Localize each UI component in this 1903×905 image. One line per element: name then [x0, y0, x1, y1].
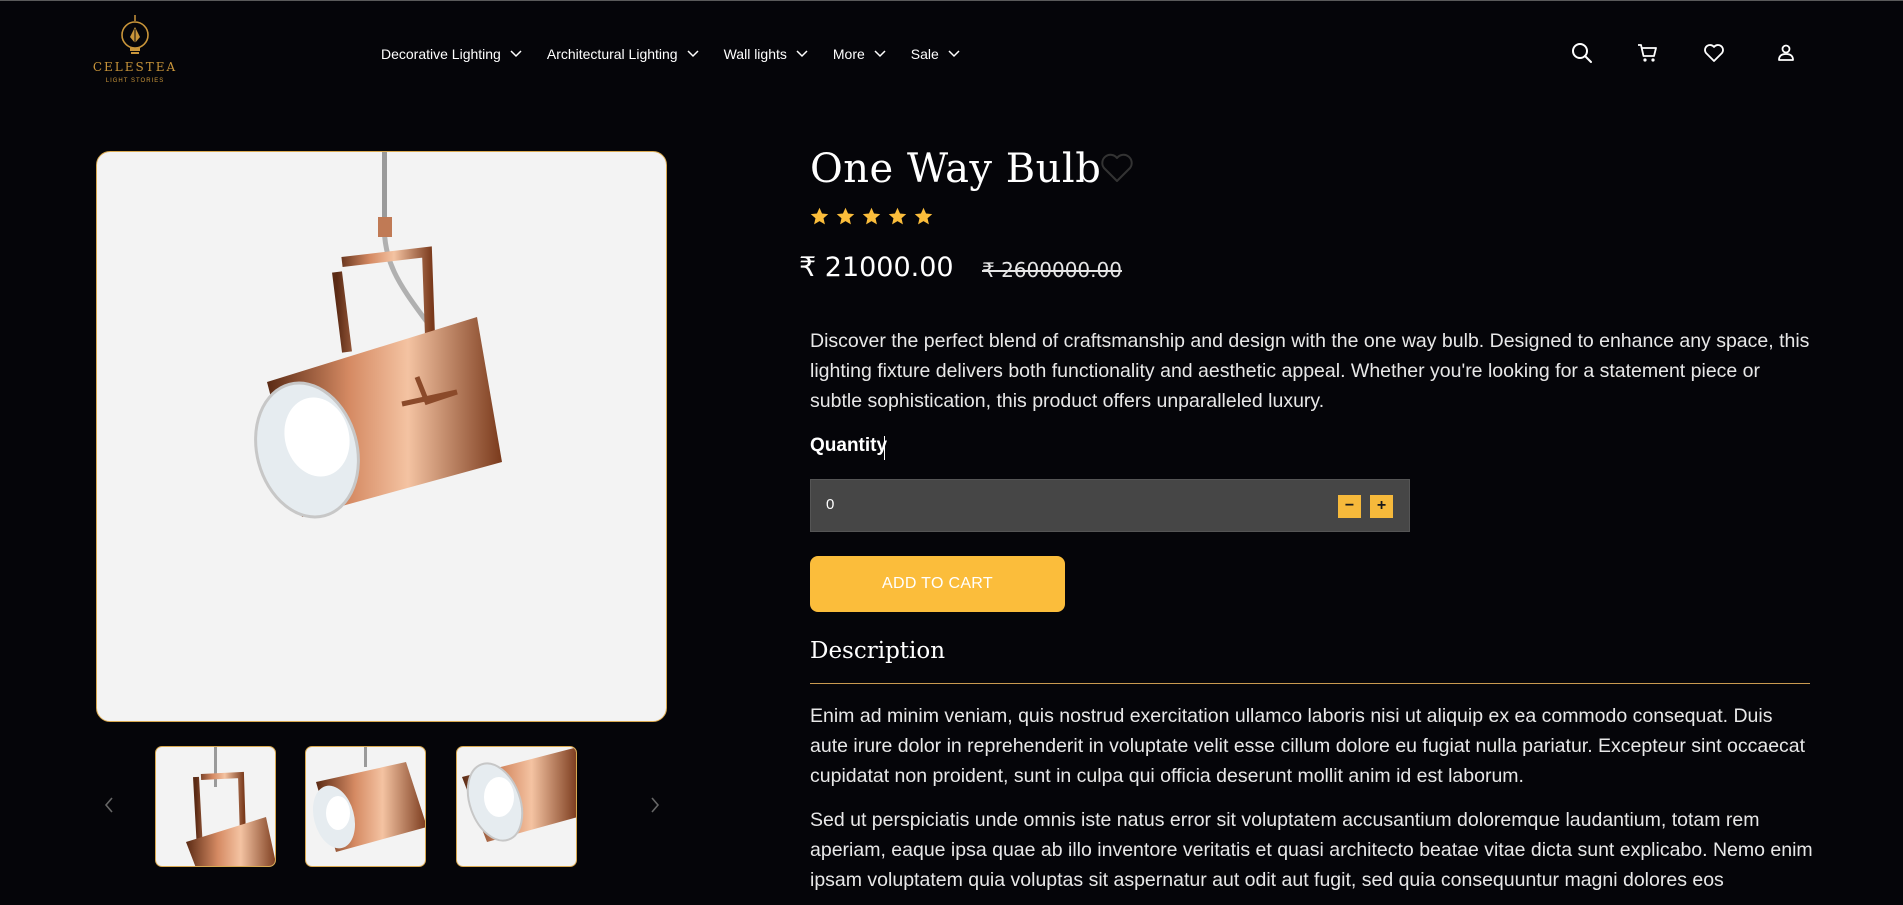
nav-item-label: Architectural Lighting: [546, 46, 678, 62]
chevron-down-icon: [687, 50, 699, 58]
chevron-down-icon: [874, 50, 886, 58]
product-summary: Discover the perfect blend of craftsmans…: [810, 330, 1810, 412]
description-divider: [810, 683, 1810, 684]
quantity-stepper[interactable]: 0 − +: [810, 479, 1410, 532]
star-icon: [888, 207, 907, 225]
star-icon: [862, 207, 881, 225]
nav-item-decorative-lighting[interactable]: Decorative Lighting: [381, 42, 522, 66]
brand-tagline: LIGHT STORIES: [105, 78, 165, 84]
search-icon[interactable]: [1570, 41, 1594, 65]
description-heading: Description: [810, 638, 946, 664]
product-title: One Way Bulb: [810, 146, 1102, 192]
wishlist-heart-icon[interactable]: [1099, 150, 1135, 184]
nav-item-label: Decorative Lighting: [381, 46, 501, 62]
brand-logo[interactable]: CELESTEA LIGHT STORIES: [92, 15, 178, 91]
main-nav: Decorative Lighting Architectural Lighti…: [381, 42, 985, 66]
chevron-right-icon[interactable]: [648, 796, 662, 814]
product-original-price: ₹ 2600000.00: [982, 258, 1122, 282]
chevron-down-icon: [510, 50, 522, 58]
description-paragraph: Sed ut perspiciatis unde omnis iste natu…: [810, 809, 1813, 891]
thumbnail-3[interactable]: [456, 746, 577, 867]
pendant-lamp-image: [254, 152, 502, 519]
chevron-down-icon: [796, 50, 808, 58]
text-caret: [884, 436, 885, 460]
star-icon: [810, 207, 829, 225]
star-icon: [836, 207, 855, 225]
nav-item-label: Wall lights: [723, 46, 787, 62]
quantity-value[interactable]: 0: [826, 496, 834, 513]
nav-item-architectural-lighting[interactable]: Architectural Lighting: [547, 42, 699, 66]
site-header: CELESTEA LIGHT STORIES Decorative Lighti…: [0, 1, 1903, 105]
product-main-image[interactable]: [96, 151, 667, 722]
cart-icon[interactable]: [1636, 41, 1660, 65]
rating-stars: [809, 206, 934, 227]
heart-icon[interactable]: [1702, 41, 1726, 65]
thumbnail-1[interactable]: [155, 746, 276, 867]
star-icon: [914, 207, 933, 225]
bulb-logo-icon: [121, 15, 149, 54]
chevron-down-icon: [948, 50, 960, 58]
product-price: ₹ 21000.00: [799, 252, 954, 283]
nav-item-wall-lights[interactable]: Wall lights: [724, 42, 808, 66]
nav-item-label: Sale: [910, 46, 939, 62]
thumbnail-image: [186, 747, 275, 866]
thumbnail-2[interactable]: [305, 746, 426, 867]
brand-name: CELESTEA: [92, 60, 178, 74]
quantity-label: Quantity: [810, 435, 888, 456]
user-icon[interactable]: [1774, 41, 1798, 65]
add-to-cart-button[interactable]: ADD TO CART: [810, 556, 1065, 612]
thumbnail-image: [312, 747, 425, 852]
chevron-left-icon[interactable]: [102, 796, 116, 814]
decrement-button[interactable]: −: [1338, 495, 1361, 518]
nav-item-sale[interactable]: Sale: [911, 42, 960, 66]
increment-button[interactable]: +: [1370, 495, 1393, 518]
nav-item-label: More: [832, 46, 865, 62]
nav-item-more[interactable]: More: [833, 42, 886, 66]
thumbnail-image: [462, 747, 576, 842]
description-paragraph: Enim ad minim veniam, quis nostrud exerc…: [810, 705, 1806, 787]
